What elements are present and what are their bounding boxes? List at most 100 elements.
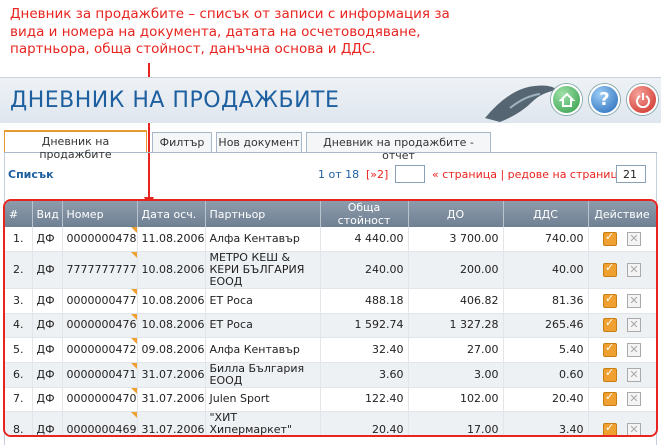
delete-icon[interactable]: ✕ xyxy=(627,232,641,246)
row-index: 7. xyxy=(13,392,24,406)
page-input[interactable] xyxy=(395,165,425,183)
tab-sales-report[interactable]: Дневник на продажбите - отчет xyxy=(306,132,491,162)
col-header-total[interactable]: Обща стойност xyxy=(320,201,409,227)
row-base-cell: 200.00 xyxy=(408,251,504,289)
row-vat: 40.00 xyxy=(552,263,584,276)
row-base-cell: 1 327.28 xyxy=(408,313,504,338)
row-partner: Алфа Кентавър xyxy=(209,232,300,245)
row-type: ДФ xyxy=(36,263,55,276)
note-marker xyxy=(130,362,137,369)
row-vat: 740.00 xyxy=(545,232,584,245)
row-partner: Билла България ЕООД xyxy=(209,361,305,387)
delete-icon[interactable]: ✕ xyxy=(627,293,641,308)
logout-button[interactable] xyxy=(627,84,658,115)
row-index: 8. xyxy=(13,423,24,436)
row-partner: ЕТ Роса xyxy=(209,318,253,332)
row-vat: 3.40 xyxy=(559,423,584,436)
home-button[interactable] xyxy=(551,84,582,115)
row-type: ДФ xyxy=(36,423,55,436)
row-vat: 0.60 xyxy=(559,367,584,381)
row-type-cell: ДФ xyxy=(32,387,63,412)
delete-icon[interactable]: ✕ xyxy=(627,318,641,333)
row-actions: ✕ xyxy=(588,227,656,252)
note-marker xyxy=(130,227,137,233)
row-vat: 5.40 xyxy=(559,342,584,356)
tab-new-document[interactable]: Нов документ xyxy=(216,132,302,152)
home-icon xyxy=(558,92,575,107)
row-number-cell: 7777777777 xyxy=(62,251,138,289)
edit-icon[interactable] xyxy=(603,422,617,435)
edit-icon[interactable] xyxy=(603,342,617,357)
row-index-cell: 8. xyxy=(5,411,33,436)
row-total: 488.18 xyxy=(365,293,404,307)
row-total-cell: 122.40 xyxy=(320,387,409,412)
page-position: 1 от 18 xyxy=(318,168,360,181)
col-header-base[interactable]: ДО xyxy=(408,201,504,227)
row-date: 11.08.2006 xyxy=(141,232,205,245)
row-total-cell: 20.40 xyxy=(320,411,409,435)
col-header-partner[interactable]: Партньор xyxy=(205,201,321,227)
row-type-cell: ДФ xyxy=(32,362,63,388)
row-partner: Julen Sport xyxy=(209,392,270,406)
next-page-link[interactable]: [»2] xyxy=(366,168,388,181)
row-partner-cell: ЕТ Роса xyxy=(205,288,321,314)
edit-icon[interactable] xyxy=(603,231,617,246)
table-row[interactable]: 6. ДФ 0000000471 31.07.2006 Билла България Е… xyxy=(5,361,656,388)
row-actions: ✕ xyxy=(588,362,656,388)
row-date: 10.08.2006 xyxy=(141,293,205,307)
row-total: 4 440.00 xyxy=(354,232,404,245)
pager-text[interactable]: « страница | редове на страница » xyxy=(432,168,635,181)
row-type-cell: ДФ xyxy=(32,411,63,436)
col-header-number[interactable]: Номер xyxy=(62,201,138,227)
row-number-cell: 0000000469 xyxy=(62,411,138,436)
col-header-date[interactable]: Дата осч. xyxy=(137,201,206,227)
row-index-cell: 5. xyxy=(5,337,33,363)
tab-filter[interactable]: Филтър xyxy=(152,132,212,152)
row-total: 122.40 xyxy=(365,392,404,406)
col-header-index[interactable]: # xyxy=(5,201,33,227)
row-date-cell: 31.07.2006 xyxy=(137,411,206,435)
row-date: 31.07.2006 xyxy=(141,392,205,406)
edit-icon[interactable] xyxy=(603,367,617,382)
row-total-cell: 32.40 xyxy=(320,337,409,363)
row-base: 3.00 xyxy=(474,367,499,381)
table-row[interactable]: 1. ДФ 0000000478 11.08.2006 Алфа Кентавър 4 4… xyxy=(5,227,656,252)
rows-per-page-input[interactable]: 21 xyxy=(616,165,646,183)
row-base: 3 700.00 xyxy=(449,232,499,245)
delete-icon[interactable]: ✕ xyxy=(627,392,641,407)
row-type: ДФ xyxy=(36,293,55,307)
row-total-cell: 488.18 xyxy=(320,288,409,314)
delete-icon[interactable]: ✕ xyxy=(627,263,641,277)
edit-icon[interactable] xyxy=(603,317,617,333)
row-index: 4. xyxy=(13,318,24,332)
table-row[interactable]: 8. ДФ 0000000469 31.07.2006 "ХИТ Хипермаркет… xyxy=(5,411,656,436)
table-row[interactable]: 2. ДФ 7777777777 10.08.2006 МЕТРО КЕШ & КЕРИ… xyxy=(5,251,656,289)
delete-icon[interactable]: ✕ xyxy=(627,423,641,435)
edit-icon[interactable] xyxy=(603,262,617,277)
help-button[interactable]: ? xyxy=(589,84,620,115)
row-partner: МЕТРО КЕШ & КЕРИ БЪЛГАРИЯ ЕООД xyxy=(209,251,305,288)
row-base: 406.82 xyxy=(460,293,499,307)
col-header-vat[interactable]: ДДС xyxy=(503,201,589,227)
table-row[interactable]: 4. ДФ 0000000476 10.08.2006 ЕТ Роса 1 592.74 1… xyxy=(5,313,656,338)
col-header-type[interactable]: Вид xyxy=(32,201,63,227)
edit-icon[interactable] xyxy=(603,293,617,308)
delete-icon[interactable]: ✕ xyxy=(627,367,641,382)
tab-sales-journal[interactable]: Дневник на продажбите xyxy=(4,130,147,161)
row-index: 1. xyxy=(13,232,24,245)
row-index: 5. xyxy=(13,342,24,356)
row-number: 0000000469 xyxy=(66,423,137,436)
row-total: 3.60 xyxy=(379,367,404,381)
row-vat-cell: 740.00 xyxy=(503,227,589,252)
delete-icon[interactable]: ✕ xyxy=(627,342,641,357)
table-row[interactable]: 5. ДФ 0000000472 09.08.2006 Алфа Кентавър 32.… xyxy=(5,337,656,363)
row-total: 1 592.74 xyxy=(354,318,404,332)
row-number: 0000000476 xyxy=(66,318,137,332)
row-base-cell: 27.00 xyxy=(408,337,504,363)
row-total-cell: 4 440.00 xyxy=(320,227,409,252)
row-base: 27.00 xyxy=(467,342,499,356)
row-index: 2. xyxy=(13,263,24,276)
edit-icon[interactable] xyxy=(603,391,617,407)
table-row[interactable]: 7. ДФ 0000000470 31.07.2006 Julen Sport 122.4… xyxy=(5,387,656,412)
table-row[interactable]: 3. ДФ 0000000477 10.08.2006 ЕТ Роса 488.18 406… xyxy=(5,288,656,314)
